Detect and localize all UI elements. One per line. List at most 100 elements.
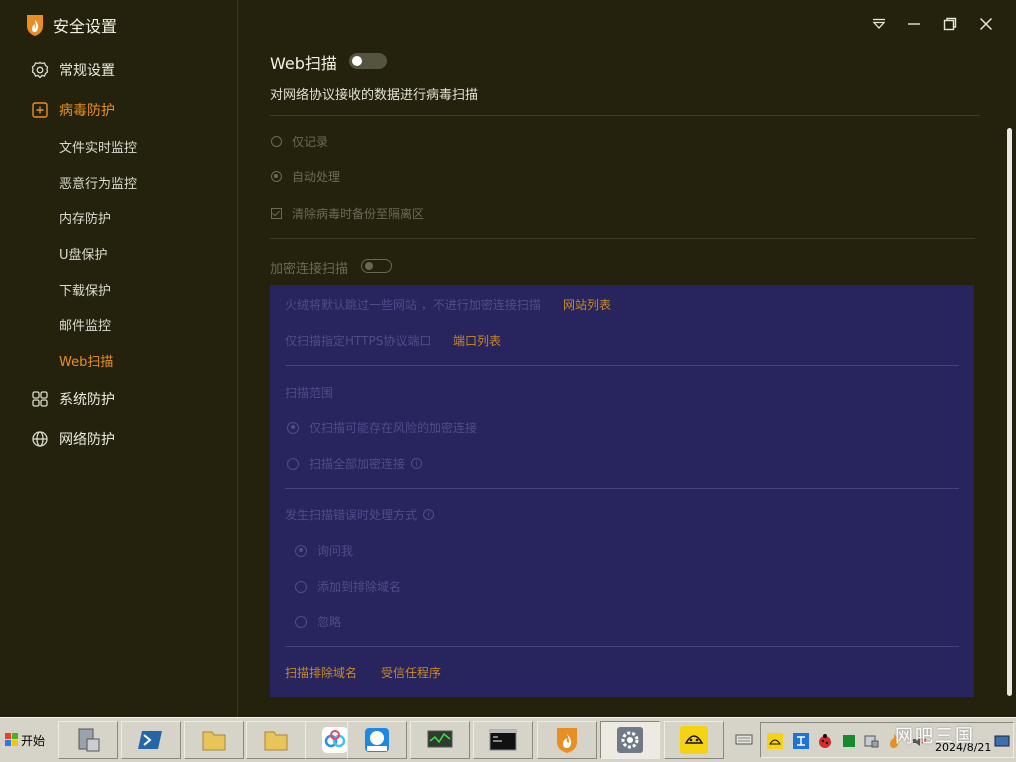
radio-button[interactable] xyxy=(287,457,299,470)
divider xyxy=(285,365,959,366)
option-label: 添加到排除域名 xyxy=(317,580,402,594)
powershell-icon xyxy=(138,731,162,749)
error-option-exclude[interactable]: 添加到排除域名 xyxy=(295,578,401,595)
globe-icon xyxy=(31,430,49,448)
folder-icon xyxy=(202,731,226,751)
radio-button[interactable] xyxy=(287,421,299,434)
scrollbar[interactable] xyxy=(1005,120,1015,697)
divider xyxy=(270,115,980,116)
taskbar-powershell[interactable] xyxy=(121,721,181,759)
sidebar: 安全设置 常规设置 病毒防护 文件实时监控 恶意行为监控 内存防护 U盘保护 下… xyxy=(0,0,238,717)
assistant-icon xyxy=(365,728,389,752)
sidebar-subitem-behavior-monitor[interactable]: 恶意行为监控 xyxy=(0,169,237,195)
scan-scope-title: 扫描范围 xyxy=(285,386,334,400)
option-label: 仅记录 xyxy=(292,135,329,149)
scope-option-risky[interactable]: 仅扫描可能存在风险的加密连接 xyxy=(287,419,477,436)
option-auto-handle[interactable]: 自动处理 xyxy=(271,168,340,185)
folder-icon xyxy=(264,731,288,751)
sidebar-item-label: 常规设置 xyxy=(59,63,115,79)
sidebar-subitem-mail-monitor[interactable]: 邮件监控 xyxy=(0,311,237,337)
option-label: 询问我 xyxy=(317,544,354,558)
app-title: 安全设置 xyxy=(53,17,118,36)
divider xyxy=(285,646,959,647)
site-list-link[interactable]: 网站列表 xyxy=(563,296,611,313)
radio-button[interactable] xyxy=(271,171,282,182)
radio-button[interactable] xyxy=(271,136,282,147)
subitem-label: U盘保护 xyxy=(59,247,108,263)
taskbar-huorong[interactable] xyxy=(537,721,597,759)
option-backup-quarantine[interactable]: 清除病毒时备份至隔离区 xyxy=(271,205,424,222)
sidebar-subitem-web-scan[interactable]: Web扫描 xyxy=(0,347,237,373)
show-desktop-icon[interactable] xyxy=(994,733,1010,749)
taskbar-assistant[interactable] xyxy=(347,721,407,759)
taskbar-folder-1[interactable] xyxy=(184,721,244,759)
subitem-label: 内存防护 xyxy=(59,211,112,227)
encrypted-scan-panel: 火绒将默认跳过一些网站 ，不进行加密连接扫描 网站列表 仅扫描指定HTTPS协议… xyxy=(270,285,974,697)
encrypted-scan-toggle[interactable] xyxy=(361,259,392,273)
option-label: 忽略 xyxy=(317,615,342,629)
taskbar-folder-2[interactable] xyxy=(246,721,306,759)
settings-window: 安全设置 常规设置 病毒防护 文件实时监控 恶意行为监控 内存防护 U盘保护 下… xyxy=(0,0,1016,717)
ladybug-tray-icon[interactable] xyxy=(817,733,833,749)
scope-option-all[interactable]: 扫描全部加密连接 i xyxy=(287,455,423,472)
taskbar-settings[interactable] xyxy=(600,721,660,759)
sidebar-subitem-download-protection[interactable]: 下载保护 xyxy=(0,276,237,302)
toggle-knob xyxy=(365,262,373,270)
settings-icon xyxy=(617,727,643,753)
device-tray-icon[interactable] xyxy=(863,733,879,749)
sidebar-item-network-protection[interactable]: 网络防护 xyxy=(0,424,237,454)
cmd-icon xyxy=(489,729,517,751)
task-monitor-icon xyxy=(427,730,453,748)
radio-button[interactable] xyxy=(295,544,307,557)
web-scan-title: Web扫描 xyxy=(270,54,337,73)
keyboard-icon[interactable] xyxy=(735,730,753,748)
error-handling-title: 发生扫描错误时处理方式 i xyxy=(285,506,435,523)
taskbar-server-manager[interactable] xyxy=(58,721,118,759)
trusted-programs-link[interactable]: 受信任程序 xyxy=(381,664,441,681)
encrypted-scan-title: 加密连接扫描 xyxy=(270,262,349,277)
subitem-label: 邮件监控 xyxy=(59,318,112,334)
skip-sites-text: 火绒将默认跳过一些网站 ，不进行加密连接扫描 xyxy=(285,298,541,312)
sidebar-item-label: 病毒防护 xyxy=(59,103,115,119)
plus-square-icon xyxy=(31,101,49,119)
good-driver-tray-icon[interactable] xyxy=(767,733,783,749)
exclude-domains-link[interactable]: 扫描排除域名 xyxy=(285,664,357,681)
sidebar-item-system-protection[interactable]: 系统防护 xyxy=(0,384,237,414)
sidebar-subitem-usb-protection[interactable]: U盘保护 xyxy=(0,240,237,266)
green-tray-icon[interactable] xyxy=(841,733,857,749)
divider xyxy=(270,238,975,239)
start-label: 开始 xyxy=(20,733,45,748)
sidebar-subitem-memory-protection[interactable]: 内存防护 xyxy=(0,204,237,230)
huorong-flame-logo xyxy=(27,15,43,36)
taskbar-task-monitor[interactable] xyxy=(410,721,470,759)
info-icon[interactable]: i xyxy=(411,458,423,469)
option-label: 清除病毒时备份至隔离区 xyxy=(292,207,425,221)
taskbar: 开始 2024/8/21 网吧三国 xyxy=(0,717,1016,762)
taskbar-good-driver[interactable] xyxy=(664,721,724,759)
port-list-link[interactable]: 端口列表 xyxy=(453,332,501,349)
error-option-ignore[interactable]: 忽略 xyxy=(295,613,341,630)
subitem-label: 文件实时监控 xyxy=(59,140,138,156)
subitem-label: Web扫描 xyxy=(59,354,114,370)
grid-icon xyxy=(31,390,49,408)
taskbar-cmd[interactable] xyxy=(473,721,533,759)
sidebar-item-general[interactable]: 常规设置 xyxy=(0,55,237,85)
web-scan-toggle[interactable] xyxy=(349,53,387,69)
checkbox[interactable] xyxy=(271,208,282,219)
app-brand: 安全设置 xyxy=(25,12,117,38)
radio-button[interactable] xyxy=(295,580,307,593)
start-button[interactable]: 开始 xyxy=(2,721,48,759)
scrollbar-thumb[interactable] xyxy=(1007,128,1012,696)
info-icon[interactable]: i xyxy=(423,509,435,520)
windows-logo-icon xyxy=(4,733,18,746)
subitem-label: 恶意行为监控 xyxy=(59,176,138,192)
gear-icon xyxy=(31,61,49,79)
sidebar-item-virus-protection[interactable]: 病毒防护 xyxy=(0,95,237,125)
error-option-ask[interactable]: 询问我 xyxy=(295,542,353,559)
network-tray-icon[interactable] xyxy=(793,733,809,749)
baidu-netdisk-icon xyxy=(322,727,348,753)
option-log-only[interactable]: 仅记录 xyxy=(271,133,328,150)
sidebar-subitem-file-monitor[interactable]: 文件实时监控 xyxy=(0,133,237,159)
huorong-icon xyxy=(557,728,577,753)
radio-button[interactable] xyxy=(295,615,307,628)
